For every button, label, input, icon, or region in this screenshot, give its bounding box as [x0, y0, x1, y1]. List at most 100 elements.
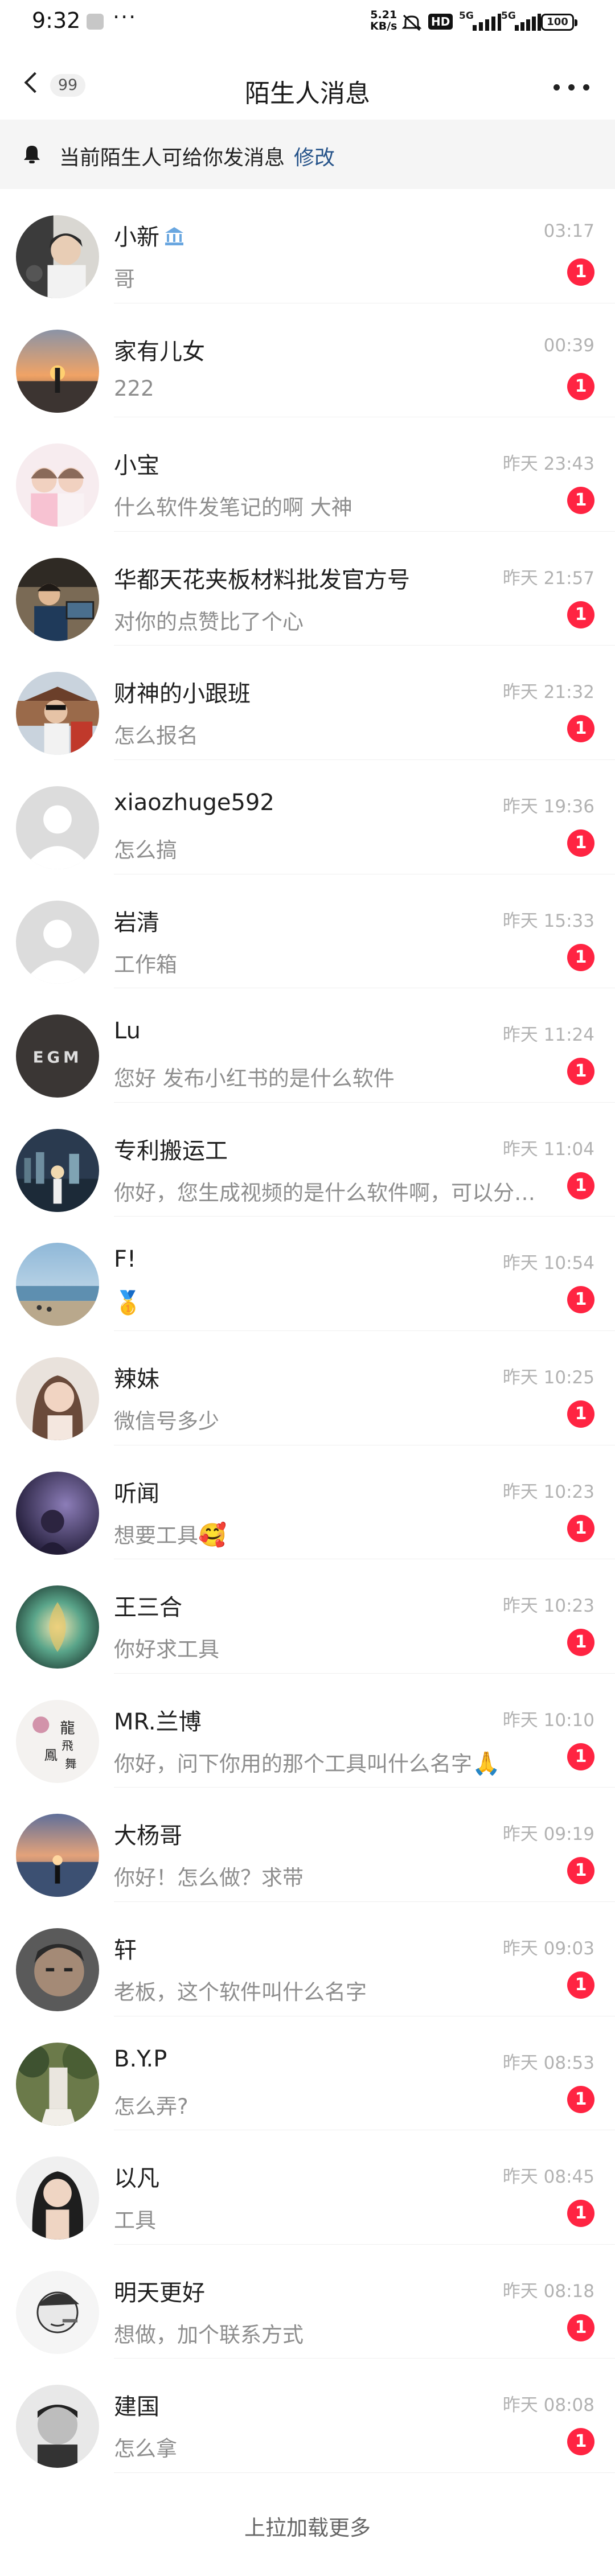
- unread-badge: 1: [567, 372, 594, 400]
- message-preview-text: 想做，加个联系方式: [114, 2322, 304, 2347]
- unread-badge: 1: [567, 1058, 594, 1086]
- message-row[interactable]: 王三合 昨天 10:23 你好求工具 1: [0, 1559, 615, 1674]
- message-row[interactable]: 听闻 昨天 10:23 想要工具🥰 1: [0, 1445, 615, 1560]
- message-time: 昨天 08:08: [502, 2395, 594, 2416]
- message-time: 昨天 11:04: [502, 1139, 594, 1160]
- message-time: 昨天 08:45: [502, 2167, 594, 2188]
- message-preview: 工作箱: [114, 947, 177, 978]
- more-options-button[interactable]: [549, 73, 594, 101]
- message-preview: 怎么弄?: [114, 2089, 188, 2120]
- sender-name: 辣妹: [114, 1361, 159, 1394]
- stranger-notice-bar: 当前陌生人可给你发消息 修改: [0, 120, 615, 189]
- avatar[interactable]: [16, 1471, 99, 1555]
- message-row[interactable]: 龍飛鳳舞 MR.兰博 昨天 10:10 你好，问下你用的那个工具叫什么名字🙏 1: [0, 1674, 615, 1788]
- sender-name: 小新: [114, 219, 186, 252]
- message-time: 昨天 10:25: [502, 1367, 594, 1388]
- message-row[interactable]: xiaozhuge592 昨天 19:36 怎么搞 1: [0, 760, 615, 874]
- message-row[interactable]: 专利搬运工 昨天 11:04 你好，您生成视频的是什么软件啊，可以分享一下吗 1: [0, 1103, 615, 1217]
- battery-icon: 100: [541, 14, 577, 31]
- unread-badge: 1: [567, 2085, 594, 2113]
- mute-icon: [402, 14, 421, 31]
- avatar[interactable]: [16, 443, 99, 527]
- avatar[interactable]: [16, 215, 99, 298]
- avatar[interactable]: [16, 2270, 99, 2354]
- sender-name: 听闻: [114, 1475, 159, 1508]
- message-row[interactable]: 岩清 昨天 15:33 工作箱 1: [0, 874, 615, 989]
- avatar[interactable]: [16, 1814, 99, 1897]
- title-bar: 99 陌生人消息: [0, 52, 615, 120]
- unread-badge: 1: [567, 1514, 594, 1542]
- unread-badge: 1: [567, 2314, 594, 2341]
- svg-text:鳳: 鳳: [44, 1747, 58, 1763]
- unread-badge: 1: [567, 258, 594, 286]
- message-preview: 怎么搞: [114, 833, 177, 864]
- sender-name-text: 明天更好: [114, 2279, 205, 2306]
- unread-badge: 1: [567, 829, 594, 857]
- message-time: 昨天 15:33: [502, 910, 594, 931]
- message-row[interactable]: 以凡 昨天 08:45 工具 1: [0, 2130, 615, 2245]
- avatar[interactable]: [16, 1128, 99, 1212]
- message-row[interactable]: 辣妹 昨天 10:25 微信号多少 1: [0, 1331, 615, 1445]
- avatar[interactable]: [16, 2042, 99, 2126]
- message-preview: 想要工具🥰: [114, 1518, 227, 1549]
- message-row[interactable]: B.Y.P 昨天 08:53 怎么弄? 1: [0, 2016, 615, 2131]
- sender-name-text: 建国: [114, 2394, 159, 2421]
- avatar[interactable]: [16, 672, 99, 755]
- message-row[interactable]: 家有儿女 00:39 222 1: [0, 303, 615, 418]
- message-time: 昨天 19:36: [502, 796, 594, 817]
- avatar[interactable]: [16, 786, 99, 869]
- message-row[interactable]: 建国 昨天 08:08 怎么拿 1: [0, 2359, 615, 2473]
- avatar[interactable]: [16, 1243, 99, 1326]
- divider: [114, 2472, 615, 2473]
- avatar[interactable]: 龍飛鳳舞: [16, 1699, 99, 1783]
- avatar[interactable]: EGM: [16, 1014, 99, 1098]
- message-preview-text: 你好求工具: [114, 1637, 219, 1662]
- signal-2-label: 5G: [501, 10, 516, 22]
- avatar[interactable]: [16, 1357, 99, 1440]
- sender-name-text: F!: [114, 1246, 137, 1273]
- status-time: 9:32: [32, 8, 81, 33]
- message-row[interactable]: 小新 03:17 哥 1: [0, 189, 615, 303]
- message-preview: 怎么拿: [114, 2431, 177, 2462]
- sender-name-text: 小宝: [114, 453, 159, 479]
- message-preview-text: 想要工具: [114, 1523, 198, 1548]
- message-preview: 你好求工具: [114, 1632, 219, 1663]
- avatar[interactable]: [16, 329, 99, 413]
- sender-name-text: 王三合: [114, 1595, 182, 1621]
- avatar-text: EGM: [33, 1048, 83, 1067]
- unread-badge: 1: [567, 2200, 594, 2228]
- message-preview-text: 你好！怎么做？求带: [114, 1866, 304, 1891]
- modify-link[interactable]: 修改: [294, 146, 335, 170]
- sender-name: MR.兰博: [114, 1703, 202, 1736]
- sender-name: 以凡: [114, 2160, 159, 2193]
- avatar[interactable]: [16, 2385, 99, 2468]
- sender-name: xiaozhuge592: [114, 790, 274, 816]
- sender-name-text: 家有儿女: [114, 338, 205, 365]
- message-time: 昨天 11:24: [502, 1025, 594, 1046]
- message-row[interactable]: 明天更好 昨天 08:18 想做，加个联系方式 1: [0, 2245, 615, 2359]
- sender-name: 大杨哥: [114, 1817, 182, 1850]
- unread-badge: 1: [567, 2428, 594, 2456]
- message-preview: 哥: [114, 262, 135, 293]
- avatar[interactable]: [16, 900, 99, 984]
- unread-badge: 1: [567, 1400, 594, 1428]
- message-row[interactable]: F! 昨天 10:54 🥇 1: [0, 1217, 615, 1331]
- message-row[interactable]: 华都天花夹板材料批发官方号 昨天 21:57 对你的点赞比了个心 1: [0, 532, 615, 646]
- message-row[interactable]: 轩 昨天 09:03 老板，这个软件叫什么名字 1: [0, 1902, 615, 2016]
- message-row[interactable]: 小宝 昨天 23:43 什么软件发笔记的啊 大神 1: [0, 417, 615, 532]
- avatar[interactable]: [16, 557, 99, 641]
- avatar[interactable]: [16, 2156, 99, 2240]
- emoji-icon: 🙏: [472, 1750, 501, 1777]
- sender-name-text: 岩清: [114, 909, 159, 936]
- message-preview-text: 怎么报名: [114, 724, 198, 749]
- sender-name-text: 听闻: [114, 1480, 159, 1507]
- emoji-icon: 🥰: [198, 1522, 227, 1548]
- avatar[interactable]: [16, 1928, 99, 2011]
- avatar[interactable]: [16, 1585, 99, 1669]
- message-row[interactable]: EGM Lu 昨天 11:24 您好 发布小红书的是什么软件 1: [0, 988, 615, 1103]
- sender-name-text: 华都天花夹板材料批发官方号: [114, 566, 410, 593]
- message-preview: 222: [114, 376, 154, 401]
- signal-icon-1: 5G: [459, 10, 506, 33]
- message-row[interactable]: 财神的小跟班 昨天 21:32 怎么报名 1: [0, 646, 615, 760]
- message-row[interactable]: 大杨哥 昨天 09:19 你好！怎么做？求带 1: [0, 1788, 615, 1902]
